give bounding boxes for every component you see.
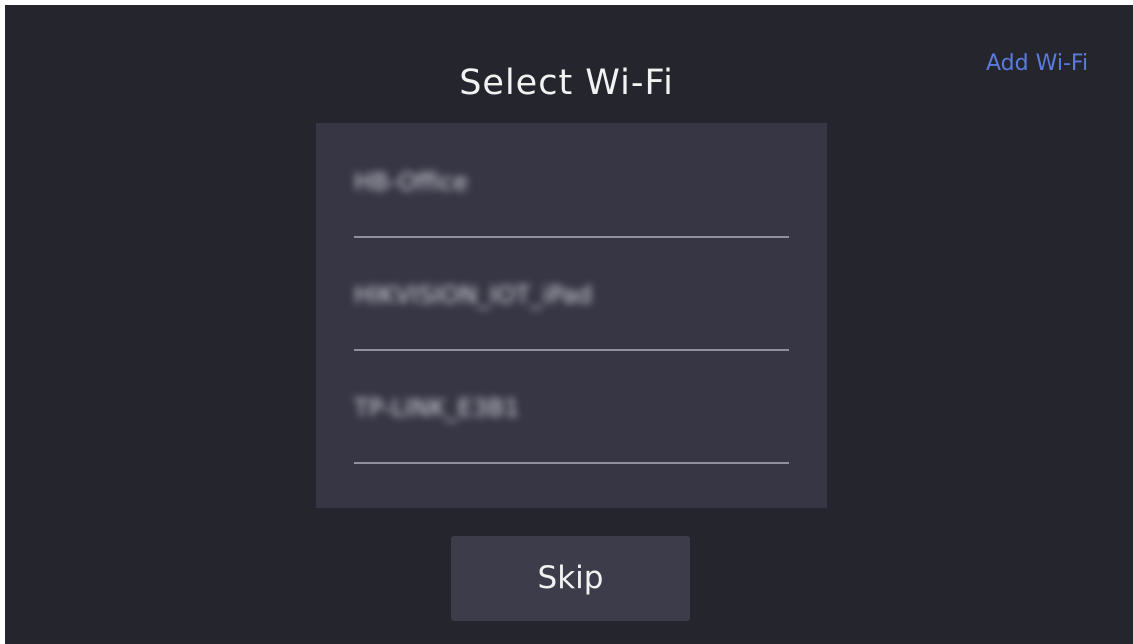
wifi-network-name: HIKVISION_IOT_iPad xyxy=(354,281,593,309)
wifi-setup-screen: Select Wi-Fi Add Wi-Fi HB-Office HIKVISI… xyxy=(5,5,1133,644)
wifi-network-list: HB-Office HIKVISION_IOT_iPad TP-LINK_E3B… xyxy=(316,123,827,508)
list-divider xyxy=(354,462,789,464)
wifi-network-name: HB-Office xyxy=(354,168,468,196)
wifi-network-item[interactable]: HIKVISION_IOT_iPad xyxy=(354,238,789,351)
wifi-network-item[interactable]: HB-Office xyxy=(354,125,789,238)
wifi-network-name: TP-LINK_E3B1 xyxy=(354,394,520,422)
page-title: Select Wi-Fi xyxy=(459,63,674,103)
add-wifi-link[interactable]: Add Wi-Fi xyxy=(986,49,1088,79)
skip-button[interactable]: Skip xyxy=(451,536,690,621)
wifi-network-item[interactable]: TP-LINK_E3B1 xyxy=(354,351,789,464)
